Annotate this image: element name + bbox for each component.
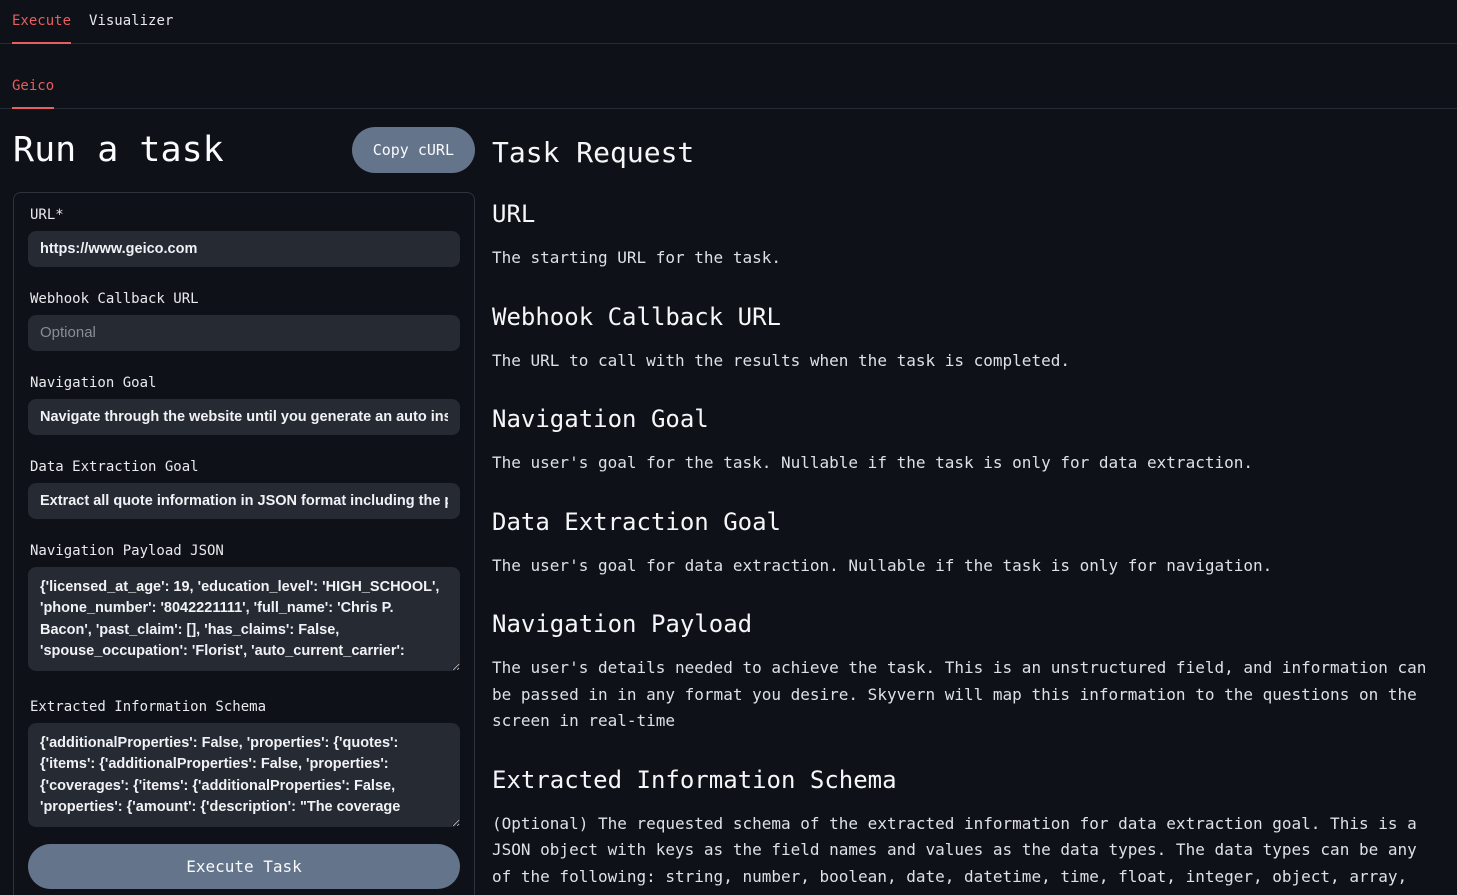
task-request-docs: Task Request URL The starting URL for th… xyxy=(475,109,1433,895)
navigation-payload-textarea[interactable]: {'licensed_at_age': 19, 'education_level… xyxy=(28,567,460,671)
page-title: Run a task xyxy=(13,130,224,170)
doc-heading-extracted-schema: Extracted Information Schema xyxy=(492,766,1433,794)
doc-body-data-extraction-goal: The user's goal for data extraction. Nul… xyxy=(492,553,1433,580)
webhook-input[interactable] xyxy=(28,315,460,351)
copy-curl-button[interactable]: Copy cURL xyxy=(352,127,475,173)
data-extraction-goal-label: Data Extraction Goal xyxy=(30,459,460,475)
doc-heading-data-extraction-goal: Data Extraction Goal xyxy=(492,508,1433,536)
navigation-payload-label: Navigation Payload JSON xyxy=(30,543,460,559)
execute-task-button[interactable]: Execute Task xyxy=(28,844,460,889)
main-tab-bar: Execute Visualizer xyxy=(0,0,1457,44)
tab-execute[interactable]: Execute xyxy=(12,11,71,44)
run-task-panel: Run a task Copy cURL URL* Webhook Callba… xyxy=(13,109,475,895)
run-task-header: Run a task Copy cURL xyxy=(13,127,475,173)
doc-body-extracted-schema: (Optional) The requested schema of the e… xyxy=(492,811,1433,895)
docs-title: Task Request xyxy=(492,136,1433,169)
doc-body-url: The starting URL for the task. xyxy=(492,245,1433,272)
sub-tab-bar: Geico xyxy=(0,44,1457,109)
navigation-goal-input[interactable] xyxy=(28,399,460,435)
doc-body-webhook: The URL to call with the results when th… xyxy=(492,348,1433,375)
doc-body-navigation-payload: The user's details needed to achieve the… xyxy=(492,655,1433,735)
data-extraction-goal-input[interactable] xyxy=(28,483,460,519)
navigation-goal-label: Navigation Goal xyxy=(30,375,460,391)
page-content: Run a task Copy cURL URL* Webhook Callba… xyxy=(0,109,1457,895)
url-label: URL* xyxy=(30,207,460,223)
doc-heading-navigation-payload: Navigation Payload xyxy=(492,610,1433,638)
doc-body-navigation-goal: The user's goal for the task. Nullable i… xyxy=(492,450,1433,477)
task-form: URL* Webhook Callback URL Navigation Goa… xyxy=(13,192,475,895)
extracted-schema-textarea[interactable]: {'additionalProperties': False, 'propert… xyxy=(28,723,460,827)
extracted-schema-label: Extracted Information Schema xyxy=(30,699,460,715)
webhook-label: Webhook Callback URL xyxy=(30,291,460,307)
url-input[interactable] xyxy=(28,231,460,267)
tab-geico[interactable]: Geico xyxy=(12,76,54,109)
doc-heading-navigation-goal: Navigation Goal xyxy=(492,405,1433,433)
doc-heading-url: URL xyxy=(492,200,1433,228)
doc-heading-webhook: Webhook Callback URL xyxy=(492,303,1433,331)
tab-visualizer[interactable]: Visualizer xyxy=(89,11,173,44)
